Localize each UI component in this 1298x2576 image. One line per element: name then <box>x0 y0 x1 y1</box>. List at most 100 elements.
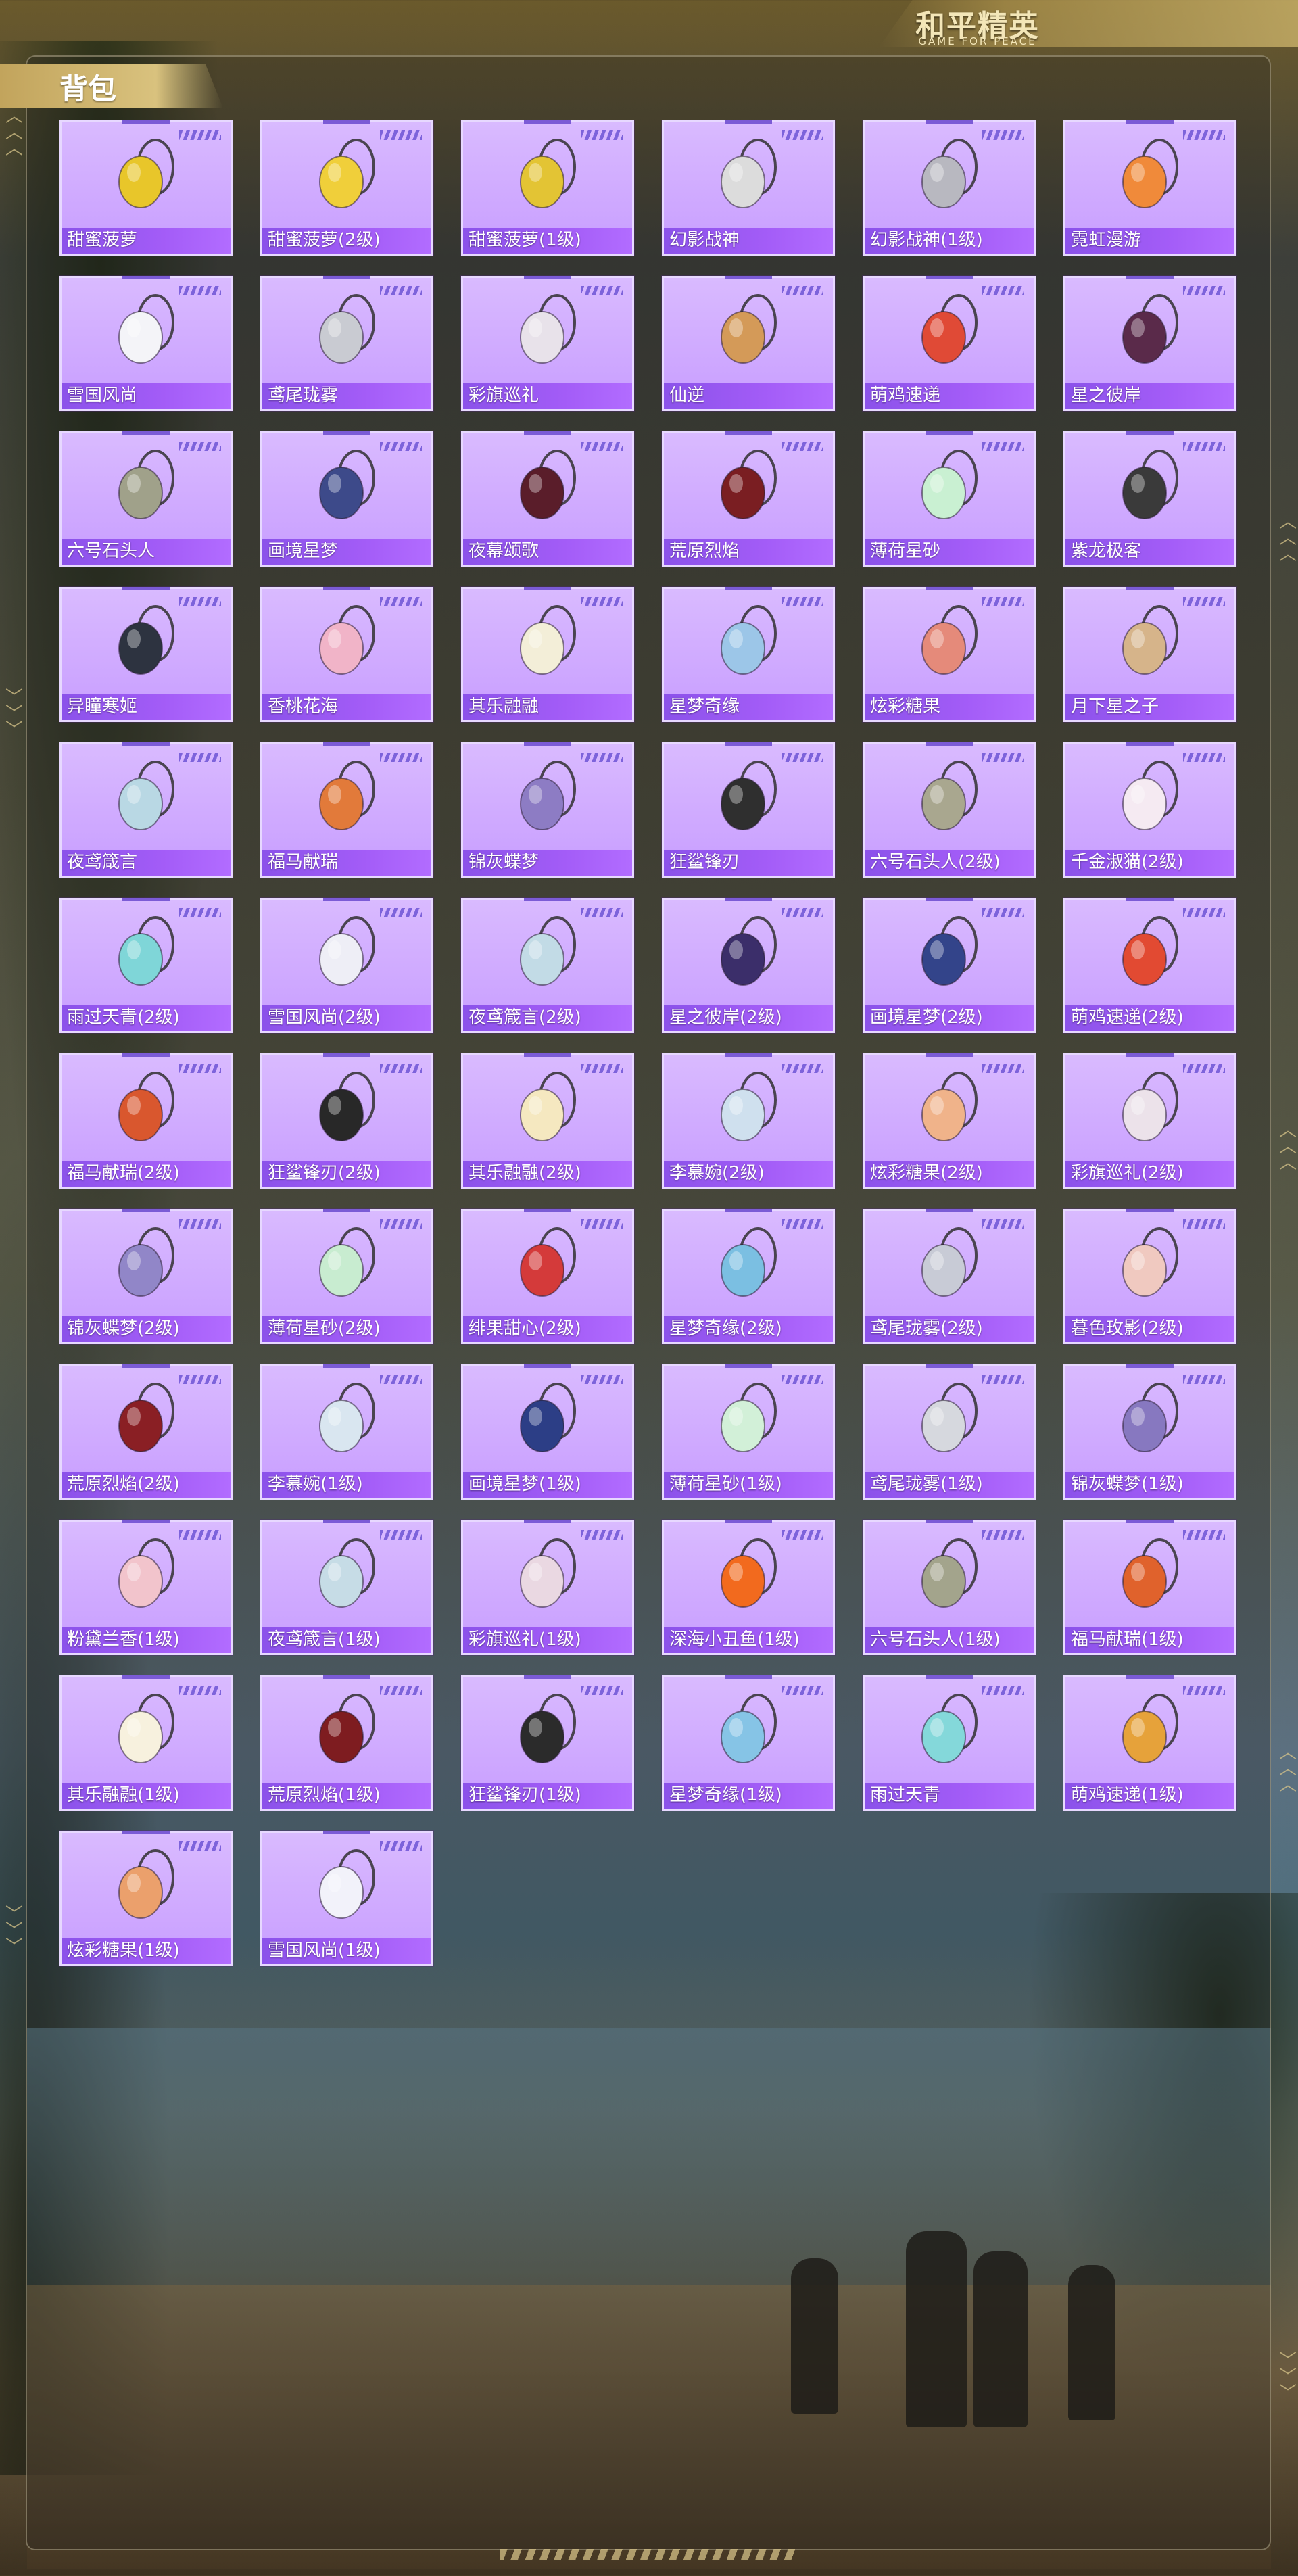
item-card[interactable]: 香桃花海 <box>260 587 433 722</box>
item-card[interactable]: 彩旗巡礼(1级) <box>461 1520 634 1655</box>
item-card[interactable]: 甜蜜菠萝(1级) <box>461 120 634 256</box>
item-name: 夜幕颂歌 <box>468 541 539 561</box>
item-card[interactable]: 其乐融融 <box>461 587 634 722</box>
fish-pendant-icon <box>921 1694 978 1763</box>
item-card[interactable]: 锦灰蝶梦 <box>461 742 634 878</box>
item-card[interactable]: 星梦奇缘 <box>662 587 835 722</box>
item-card[interactable]: 锦灰蝶梦(1级) <box>1063 1364 1236 1500</box>
card-top-notch <box>1126 587 1174 590</box>
item-card[interactable]: 萌鸡速递 <box>863 276 1036 411</box>
night-backpack-icon <box>520 450 576 519</box>
item-card[interactable]: 炫彩糖果(2级) <box>863 1053 1036 1189</box>
butterfly-pendant-icon <box>118 1227 174 1297</box>
item-card[interactable]: 异瞳寒姬 <box>59 587 233 722</box>
item-card[interactable]: 炫彩糖果 <box>863 587 1036 722</box>
cherry-pendant-icon <box>520 1227 576 1297</box>
item-name: 锦灰蝶梦 <box>468 852 539 872</box>
card-top-notch <box>524 1520 571 1523</box>
item-card[interactable]: 幻影战神 <box>662 120 835 256</box>
item-card[interactable]: 甜蜜菠萝 <box>59 120 233 256</box>
item-card[interactable]: 星之彼岸 <box>1063 276 1236 411</box>
item-card[interactable]: 荒原烈焰 <box>662 431 835 567</box>
item-card[interactable]: 福马献瑞(1级) <box>1063 1520 1236 1655</box>
item-name: 薄荷星砂(2级) <box>268 1318 381 1339</box>
item-card[interactable]: 雨过天青(2级) <box>59 898 233 1033</box>
item-name: 千金淑猫(2级) <box>1071 852 1184 872</box>
item-card[interactable]: 锦灰蝶梦(2级) <box>59 1209 233 1344</box>
item-card[interactable]: 萌鸡速递(1级) <box>1063 1675 1236 1811</box>
book-pendant-icon <box>520 1383 576 1452</box>
item-card[interactable]: 粉黛兰香(1级) <box>59 1520 233 1655</box>
item-name: 星之彼岸 <box>1071 385 1142 406</box>
item-card[interactable]: 霓虹漫游 <box>1063 120 1236 256</box>
right-chevron-deco: ︿ ︿ ︿ <box>1279 1742 1297 1795</box>
item-card[interactable]: 彩旗巡礼 <box>461 276 634 411</box>
item-card[interactable]: 画境星梦(2级) <box>863 898 1036 1033</box>
pineapple-backpack-icon <box>319 139 375 208</box>
item-name: 霓虹漫游 <box>1071 230 1142 250</box>
item-name: 彩旗巡礼(1级) <box>468 1629 581 1650</box>
item-card[interactable]: 鸢尾珑雾(2级) <box>863 1209 1036 1344</box>
item-card[interactable]: 夜鸢箴言(1级) <box>260 1520 433 1655</box>
item-card[interactable]: 狂鲨锋刃 <box>662 742 835 878</box>
dragon-backpack-icon <box>1122 450 1178 519</box>
item-card[interactable]: 星梦奇缘(1级) <box>662 1675 835 1811</box>
item-card[interactable]: 狂鲨锋刃(2级) <box>260 1053 433 1189</box>
item-name: 雪国风尚 <box>67 385 138 406</box>
item-card[interactable]: 雪国风尚 <box>59 276 233 411</box>
item-card[interactable]: 薄荷星砂 <box>863 431 1036 567</box>
item-card[interactable]: 千金淑猫(2级) <box>1063 742 1236 878</box>
item-card[interactable]: 福马献瑞 <box>260 742 433 878</box>
item-card[interactable]: 薄荷星砂(1级) <box>662 1364 835 1500</box>
mint-pendant-icon <box>721 1383 777 1452</box>
item-card[interactable]: 暮色玫影(2级) <box>1063 1209 1236 1344</box>
card-top-notch <box>725 1053 772 1057</box>
item-name: 幻影战神(1级) <box>870 230 983 250</box>
item-card[interactable]: 夜鸢箴言 <box>59 742 233 878</box>
item-card[interactable]: 其乐融融(2级) <box>461 1053 634 1189</box>
item-card[interactable]: 薄荷星砂(2级) <box>260 1209 433 1344</box>
butterfly-pendant-icon <box>1122 1383 1178 1452</box>
item-name: 夜鸢箴言(1级) <box>268 1629 381 1650</box>
item-card[interactable]: 六号石头人(1级) <box>863 1520 1036 1655</box>
item-card[interactable]: 画境星梦(1级) <box>461 1364 634 1500</box>
item-card[interactable]: 深海小丑鱼(1级) <box>662 1520 835 1655</box>
item-card[interactable]: 绯果甜心(2级) <box>461 1209 634 1344</box>
item-card[interactable]: 画境星梦 <box>260 431 433 567</box>
item-card[interactable]: 李慕婉(2级) <box>662 1053 835 1189</box>
item-card[interactable]: 炫彩糖果(1级) <box>59 1831 233 1966</box>
item-card[interactable]: 幻影战神(1级) <box>863 120 1036 256</box>
item-card[interactable]: 狂鲨锋刃(1级) <box>461 1675 634 1811</box>
item-name: 画境星梦(2级) <box>870 1007 983 1028</box>
item-card[interactable]: 夜鸢箴言(2级) <box>461 898 634 1033</box>
item-card[interactable]: 鸢尾珑雾 <box>260 276 433 411</box>
item-card[interactable]: 荒原烈焰(2级) <box>59 1364 233 1500</box>
item-card[interactable]: 六号石头人(2级) <box>863 742 1036 878</box>
item-card[interactable]: 彩旗巡礼(2级) <box>1063 1053 1236 1189</box>
item-card[interactable]: 雪国风尚(1级) <box>260 1831 433 1966</box>
left-chevron-deco: ﹀ ﹀ ﹀ <box>5 688 24 740</box>
card-top-notch <box>524 587 571 590</box>
item-card[interactable]: 星之彼岸(2级) <box>662 898 835 1033</box>
item-card[interactable]: 雪国风尚(2级) <box>260 898 433 1033</box>
item-card[interactable]: 六号石头人 <box>59 431 233 567</box>
rock-pendant-icon <box>921 761 978 830</box>
right-chevron-deco: ︿ ︿ ︿ <box>1279 1120 1297 1173</box>
flame-backpack-icon <box>721 450 777 519</box>
item-card[interactable]: 萌鸡速递(2级) <box>1063 898 1236 1033</box>
item-card[interactable]: 福马献瑞(2级) <box>59 1053 233 1189</box>
item-card[interactable]: 甜蜜菠萝(2级) <box>260 120 433 256</box>
item-card[interactable]: 鸢尾珑雾(1级) <box>863 1364 1036 1500</box>
item-card[interactable]: 其乐融融(1级) <box>59 1675 233 1811</box>
item-card[interactable]: 雨过天青 <box>863 1675 1036 1811</box>
item-card[interactable]: 紫龙极客 <box>1063 431 1236 567</box>
item-card[interactable]: 仙逆 <box>662 276 835 411</box>
star-backpack-icon <box>721 916 777 986</box>
emblem-pendant-icon <box>721 294 777 364</box>
card-top-notch <box>926 1209 973 1212</box>
item-card[interactable]: 月下星之子 <box>1063 587 1236 722</box>
item-card[interactable]: 夜幕颂歌 <box>461 431 634 567</box>
item-card[interactable]: 星梦奇缘(2级) <box>662 1209 835 1344</box>
item-card[interactable]: 李慕婉(1级) <box>260 1364 433 1500</box>
item-card[interactable]: 荒原烈焰(1级) <box>260 1675 433 1811</box>
